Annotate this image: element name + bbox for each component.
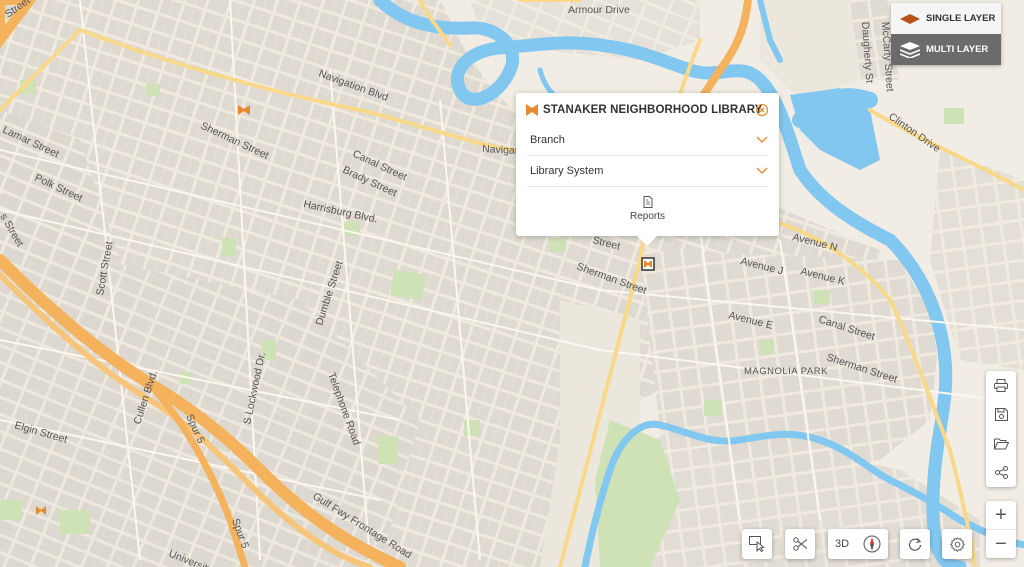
reset-rotation-button[interactable] [900,529,930,559]
popup-title: STANAKER NEIGHBORHOOD LIBRARY [543,104,763,116]
share-button[interactable] [986,458,1016,487]
compass-icon[interactable] [863,535,881,553]
chevron-down-icon [756,136,768,143]
library-popup: STANAKER NEIGHBORHOOD LIBRARY Branch Lib… [516,93,779,246]
chevron-down-icon [756,167,768,174]
branch-row[interactable]: Branch [527,125,768,156]
branch-label: Branch [530,134,565,146]
3d-toggle-button[interactable]: 3D [835,538,849,550]
share-icon [994,466,1008,479]
print-button[interactable] [986,371,1016,400]
select-cursor-icon [749,536,765,552]
report-document-icon [643,196,652,208]
cut-tool-button[interactable] [785,529,815,559]
print-icon [994,379,1008,392]
popup-header: STANAKER NEIGHBORHOOD LIBRARY [526,100,771,120]
select-tool-button[interactable] [742,529,772,559]
reports-button[interactable]: Reports [516,196,779,230]
open-folder-button[interactable] [986,429,1016,458]
layer-switcher: SINGLE LAYER MULTI LAYER [891,3,1001,65]
library-system-label: Library System [530,165,604,177]
map-canvas[interactable]: Armour Drive Navigation Blvd Navigat She… [0,0,1024,567]
park-label: MAGNOLIA PARK [744,366,828,377]
layers-stack-icon [900,41,920,58]
multi-layer-label: MULTI LAYER [926,44,989,55]
street-label: Navigat [482,143,518,157]
single-layer-button[interactable]: SINGLE LAYER [891,3,1001,34]
multi-layer-button[interactable]: MULTI LAYER [891,34,1001,65]
redo-icon [908,538,922,551]
settings-button[interactable] [942,529,972,559]
single-layer-icon [900,13,920,24]
folder-icon [993,438,1009,449]
view-mode-control: 3D [828,529,888,559]
street-label: Armour Drive [568,4,630,16]
save-button[interactable] [986,400,1016,429]
zoom-in-button[interactable]: + [986,501,1016,530]
library-system-row[interactable]: Library System [527,156,768,187]
reports-label: Reports [629,211,665,222]
close-icon[interactable] [755,103,769,117]
side-toolbar [986,371,1016,487]
gear-icon [949,536,965,552]
save-icon [994,408,1008,421]
single-layer-label: SINGLE LAYER [926,13,996,24]
library-marker-icon [526,104,538,116]
zoom-control: + − [986,501,1016,558]
zoom-out-button[interactable]: − [986,530,1016,558]
scissors-icon [792,537,807,551]
